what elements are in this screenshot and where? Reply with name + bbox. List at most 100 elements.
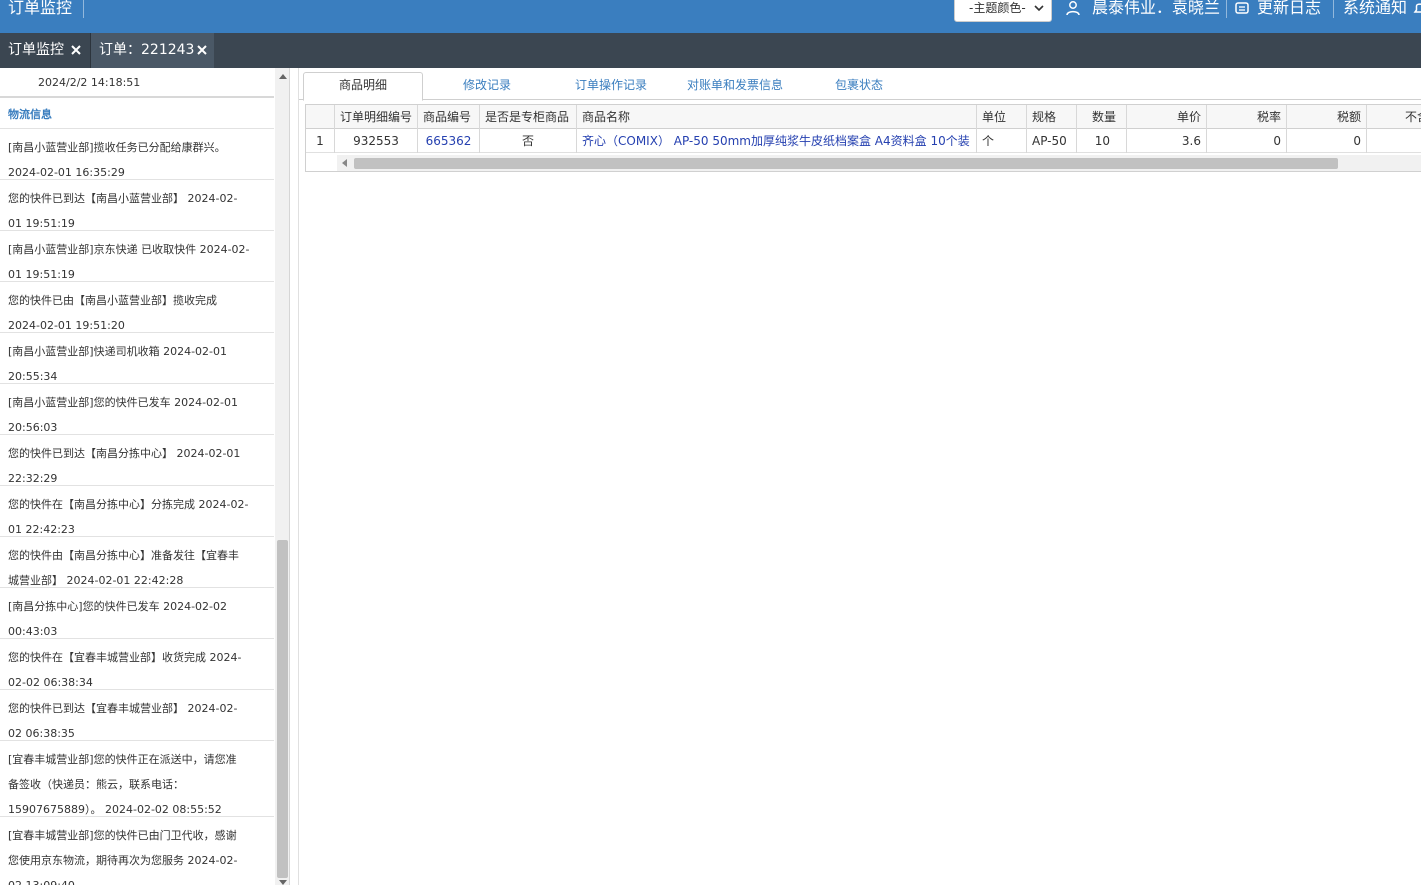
scroll-down-icon[interactable] [279,880,287,885]
changelog-link[interactable]: 更新日志 [1257,0,1321,19]
detail-tabs: 商品明细 修改记录 订单操作记录 对账单和发票信息 包裹状态 [299,68,1421,101]
logistics-line: 您的快件已到达【南昌分拣中心】 2024-02-01 [8,447,241,460]
header-cell[interactable]: 订单明细编号 [335,105,418,129]
list-item: 您的快件在【宜春丰城营业部】收货完成 2024- 02-02 06:38:34 [0,638,274,689]
scrollbar-thumb[interactable] [277,540,288,878]
logistics-line: 20:56:03 [8,421,58,434]
header-cell[interactable]: 不含税 [1367,105,1421,129]
grid-header-row: 订单明细编号 商品编号 是否是专柜商品 商品名称 单位 规格 数量 单价 税率 … [306,105,1421,129]
logistics-line: [南昌小蓝营业部]您的快件已发车 2024-02-01 [8,396,239,409]
header-cell-index [306,105,335,129]
cell-unit: 个 [977,129,1027,153]
logistics-line: 您的快件已由【南昌小蓝营业部】揽收完成 [8,294,217,307]
tab-order-monitor[interactable]: 订单监控 [0,33,88,68]
cell-detail-no: 932553 [335,129,418,153]
logistics-line: 15907675889）。 2024-02-02 08:55:52 [8,803,222,816]
divider [0,96,274,98]
app-title: 订单监控 [8,0,73,17]
list-item: [南昌小蓝营业部]快递司机收箱 2024-02-01 20:55:34 [0,332,274,383]
logistics-line: 01 22:42:23 [8,523,75,536]
logistics-line: 您的快件已到达【宜春丰城营业部】 2024-02- [8,702,238,715]
theme-color-select[interactable]: -主题颜色- [954,0,1052,22]
logistics-line: 20:55:34 [8,370,58,383]
product-name-link[interactable]: 齐心（COMIX） AP-50 50mm加厚纯浆牛皮纸档案盒 A4资料盒 10个… [577,129,977,153]
tab-order-221243[interactable]: 订单：221243 [90,33,214,68]
close-icon[interactable] [70,44,82,56]
logistics-line: 00:43:03 [8,625,58,638]
header-cell[interactable]: 数量 [1077,105,1127,129]
tab-label: 订单：221243 [99,42,195,58]
logistics-line: 城营业部】 2024-02-01 22:42:28 [8,574,184,587]
logistics-line: [南昌小蓝营业部]京东快递 已收取快件 2024-02- [8,243,250,256]
top-header: 订单监控 -主题颜色- 晨泰伟业．袁晓兰 更新日志 系统通知 [0,0,1421,33]
tab-product-detail[interactable]: 商品明细 [303,72,423,101]
user-icon [1066,1,1080,16]
changelog-icon [1235,2,1249,14]
list-item: 您的快件在【南昌分拣中心】分拣完成 2024-02- 01 22:42:23 [0,485,274,536]
tab-statement-invoice[interactable]: 对账单和发票信息 [687,76,783,93]
logistics-line: 您的快件在【南昌分拣中心】分拣完成 2024-02- [8,498,249,511]
logistics-line: 您的快件已到达【南昌小蓝营业部】 2024-02- [8,192,238,205]
row-index: 1 [306,129,335,153]
logistics-line: [宜春丰城营业部]您的快件已由门卫代收，感谢 [8,829,237,842]
logistics-line: 您的快件由【南昌分拣中心】准备发往【宜春丰 [8,549,239,562]
table-row[interactable]: 1 932553 665362 否 齐心（COMIX） AP-50 50mm加厚… [306,129,1421,153]
cell-qty: 10 [1077,129,1127,153]
logistics-line: [南昌分拣中心]您的快件已发车 2024-02-02 [8,600,228,613]
list-item: 您的快件已到达【南昌小蓝营业部】 2024-02- 01 19:51:19 [0,179,274,230]
logistics-list: [南昌小蓝营业部]揽收任务已分配给康群兴。 2024-02-01 16:35:29… [0,128,274,885]
logistics-line: 您使用京东物流，期待再次为您服务 2024-02- [8,854,238,867]
header-cell[interactable]: 单位 [977,105,1027,129]
header-cell[interactable]: 是否是专柜商品 [480,105,577,129]
cell-counter: 否 [480,129,577,153]
list-item: 您的快件由【南昌分拣中心】准备发往【宜春丰 城营业部】 2024-02-01 22… [0,536,274,587]
vertical-scrollbar[interactable] [275,68,289,885]
header-cell[interactable]: 单价 [1127,105,1207,129]
logistics-line: [宜春丰城营业部]您的快件正在派送中，请您准 [8,753,237,766]
logistics-line: 您的快件在【宜春丰城营业部】收货完成 2024- [8,651,242,664]
bell-icon[interactable] [1412,0,1421,16]
logistics-line: 02 06:38:35 [8,727,75,740]
logistics-line: [南昌小蓝营业部]快递司机收箱 2024-02-01 [8,345,228,358]
close-icon[interactable] [196,44,208,56]
theme-color-select-value: -主题颜色- [969,1,1026,15]
tab-bar: 订单监控 订单：221243 [0,33,1421,68]
logistics-line: 2024-02-01 19:51:20 [8,319,125,332]
list-item: [南昌分拣中心]您的快件已发车 2024-02-02 00:43:03 [0,587,274,638]
order-detail-panel: 商品明细 修改记录 订单操作记录 对账单和发票信息 包裹状态 订单明细编号 商品… [298,68,1421,885]
list-item: [宜春丰城营业部]您的快件正在派送中，请您准 备签收（快递员：熊云，联系电话： 15… [0,740,274,816]
list-item: [南昌小蓝营业部]您的快件已发车 2024-02-01 20:56:03 [0,383,274,434]
scrollbar-thumb[interactable] [354,158,1338,169]
logistics-title: 物流信息 [8,108,52,121]
scroll-left-icon[interactable] [342,159,347,167]
list-item: 您的快件已由【南昌小蓝营业部】揽收完成 2024-02-01 19:51:20 [0,281,274,332]
list-item: [宜春丰城营业部]您的快件已由门卫代收，感谢 您使用京东物流，期待再次为您服务 2… [0,816,274,885]
scroll-up-icon[interactable] [279,74,287,79]
cell-tax: 0 [1287,129,1367,153]
system-notice-link[interactable]: 系统通知 [1343,0,1407,19]
header-divider [1226,0,1227,18]
list-item: 您的快件已到达【南昌分拣中心】 2024-02-01 22:32:29 [0,434,274,485]
logistics-line: 01 19:51:19 [8,268,75,281]
user-name-link[interactable]: 晨泰伟业．袁晓兰 [1092,0,1220,19]
product-grid: 订单明细编号 商品编号 是否是专柜商品 商品名称 单位 规格 数量 单价 税率 … [305,104,1421,172]
tab-modify-records[interactable]: 修改记录 [463,76,511,93]
tab-package-status[interactable]: 包裹状态 [835,76,883,93]
header-divider [1333,0,1334,18]
logistics-line: 备签收（快递员：熊云，联系电话： [8,778,184,791]
header-cell[interactable]: 商品编号 [418,105,480,129]
cell-spec: AP-50 [1027,129,1077,153]
cell-untaxed [1367,129,1421,153]
list-item: [南昌小蓝营业部]揽收任务已分配给康群兴。 2024-02-01 16:35:29 [0,128,274,179]
tab-order-operation-records[interactable]: 订单操作记录 [575,76,647,93]
logistics-line: 2024-02-01 16:35:29 [8,166,125,179]
header-cell[interactable]: 税率 [1207,105,1287,129]
cell-tax-rate: 0 [1207,129,1287,153]
horizontal-scrollbar[interactable] [337,155,1421,171]
product-no-link[interactable]: 665362 [418,129,480,153]
logistics-line: [南昌小蓝营业部]揽收任务已分配给康群兴。 [8,141,226,154]
header-cell[interactable]: 规格 [1027,105,1077,129]
header-cell[interactable]: 税额 [1287,105,1367,129]
header-cell[interactable]: 商品名称 [577,105,977,129]
list-item: 您的快件已到达【宜春丰城营业部】 2024-02- 02 06:38:35 [0,689,274,740]
